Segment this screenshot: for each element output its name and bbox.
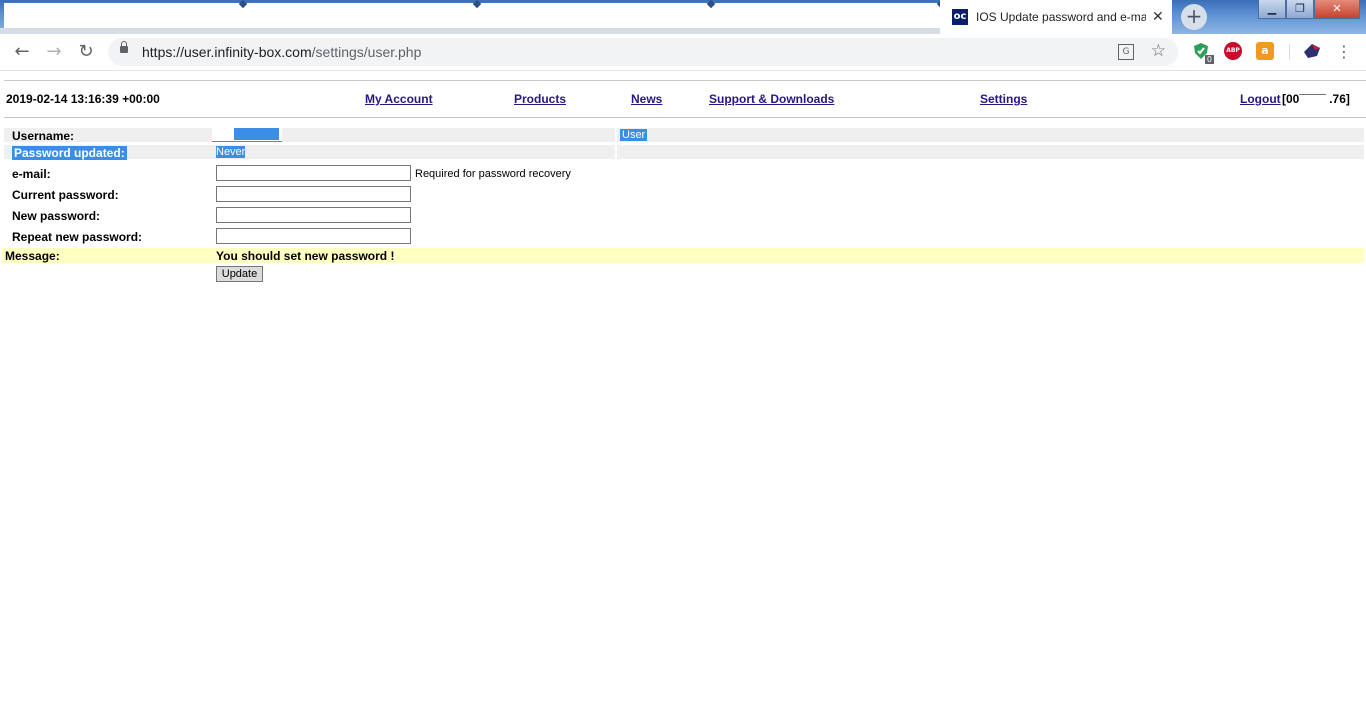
current-password-label: Current password: — [12, 188, 119, 202]
password-updated-value: Never — [216, 146, 246, 158]
extension-counter-icon[interactable]: 0 — [1192, 42, 1214, 64]
server-datetime: 2019-02-14 13:16:39 +00:00 — [6, 92, 160, 106]
active-tab[interactable]: oc IOS Update password and e-ma ✕ — [940, 0, 1172, 34]
window-controls: ▁ ❐ ✕ — [1258, 0, 1360, 19]
translate-icon[interactable]: G — [1118, 44, 1134, 60]
bookmark-star-icon[interactable]: ☆ — [1151, 41, 1166, 61]
site-favicon-icon: oc — [952, 9, 968, 25]
browser-titlebar: oc IOS Update password and e-ma ✕ + ▁ ❐ … — [0, 0, 1366, 34]
email-label: e-mail: — [12, 167, 51, 181]
menu-link-settings[interactable]: Settings — [980, 92, 1027, 106]
url-path: /settings/user.php — [311, 44, 422, 60]
url-text[interactable]: https://user.infinity-box.com/settings/u… — [142, 44, 421, 60]
header-top-rule — [4, 80, 1366, 81]
message-label: Message: — [5, 249, 60, 263]
tab-title: IOS Update password and e-ma — [976, 10, 1146, 24]
url-host: https://user.infinity-box.com — [142, 44, 312, 60]
shopping-bag-icon[interactable]: a — [1256, 42, 1274, 60]
new-password-input[interactable] — [216, 207, 411, 223]
repeat-password-label: Repeat new password: — [12, 230, 143, 244]
username-value — [212, 128, 282, 142]
password-updated-row: Password updated: Never — [4, 145, 1364, 160]
current-password-input[interactable] — [216, 186, 411, 202]
new-password-label: New password: — [12, 209, 101, 223]
forward-button[interactable]: → — [42, 40, 66, 64]
header-bottom-rule — [4, 117, 1366, 118]
adblock-plus-icon[interactable]: ABP — [1224, 42, 1242, 60]
back-button[interactable]: ← — [10, 40, 34, 64]
close-tab-icon[interactable]: ✕ — [1152, 9, 1164, 25]
menu-link-products[interactable]: Products — [514, 92, 566, 106]
tab-divider — [706, 0, 716, 9]
update-button[interactable]: Update — [216, 266, 263, 282]
email-input[interactable] — [216, 165, 411, 181]
username-row: Username: User — [4, 128, 1364, 143]
column-divider — [615, 128, 617, 142]
menu-link-logout[interactable]: Logout — [1240, 92, 1281, 106]
email-hint: Required for password recovery — [415, 168, 571, 180]
browser-menu-button[interactable]: ⋮ — [1336, 40, 1352, 64]
new-tab-button[interactable]: + — [1181, 4, 1207, 30]
menu-link-my-account[interactable]: My Account — [365, 92, 433, 106]
username-label: Username: — [12, 129, 75, 143]
restore-window-button[interactable]: ❐ — [1286, 0, 1314, 19]
account-id: [00¯¯¯¯ .76] — [1282, 92, 1350, 106]
extension-badge-count: 0 — [1204, 55, 1214, 64]
username-selection — [234, 128, 279, 140]
user-type-value: User — [620, 129, 648, 141]
lock-icon[interactable] — [120, 41, 128, 53]
reload-button[interactable]: ↻ — [74, 40, 98, 64]
bird-avatar-icon — [1304, 44, 1320, 58]
message-text: You should set new password ! — [216, 249, 395, 263]
menu-link-news[interactable]: News — [631, 92, 662, 106]
address-bar[interactable]: https://user.infinity-box.com/settings/u… — [108, 38, 1178, 66]
password-updated-label: Password updated: — [12, 146, 127, 160]
profile-avatar-icon[interactable] — [1302, 42, 1322, 60]
page-content: 2019-02-14 13:16:39 +00:00 My Account Pr… — [0, 71, 1366, 728]
message-row: Message: You should set new password ! — [2, 248, 1364, 263]
repeat-password-input[interactable] — [216, 228, 411, 244]
site-menu-bar: 2019-02-14 13:16:39 +00:00 My Account Pr… — [0, 90, 1366, 108]
tab-divider — [472, 0, 482, 9]
toolbar-divider — [1289, 44, 1290, 60]
column-divider — [615, 145, 617, 159]
background-tabs-strip[interactable] — [4, 0, 946, 29]
tab-divider — [238, 0, 248, 9]
browser-toolbar: ← → ↻ https://user.infinity-box.com/sett… — [0, 34, 1366, 71]
close-window-button[interactable]: ✕ — [1314, 0, 1360, 19]
menu-link-support-downloads[interactable]: Support & Downloads — [709, 92, 834, 106]
minimize-window-button[interactable]: ▁ — [1258, 0, 1286, 19]
